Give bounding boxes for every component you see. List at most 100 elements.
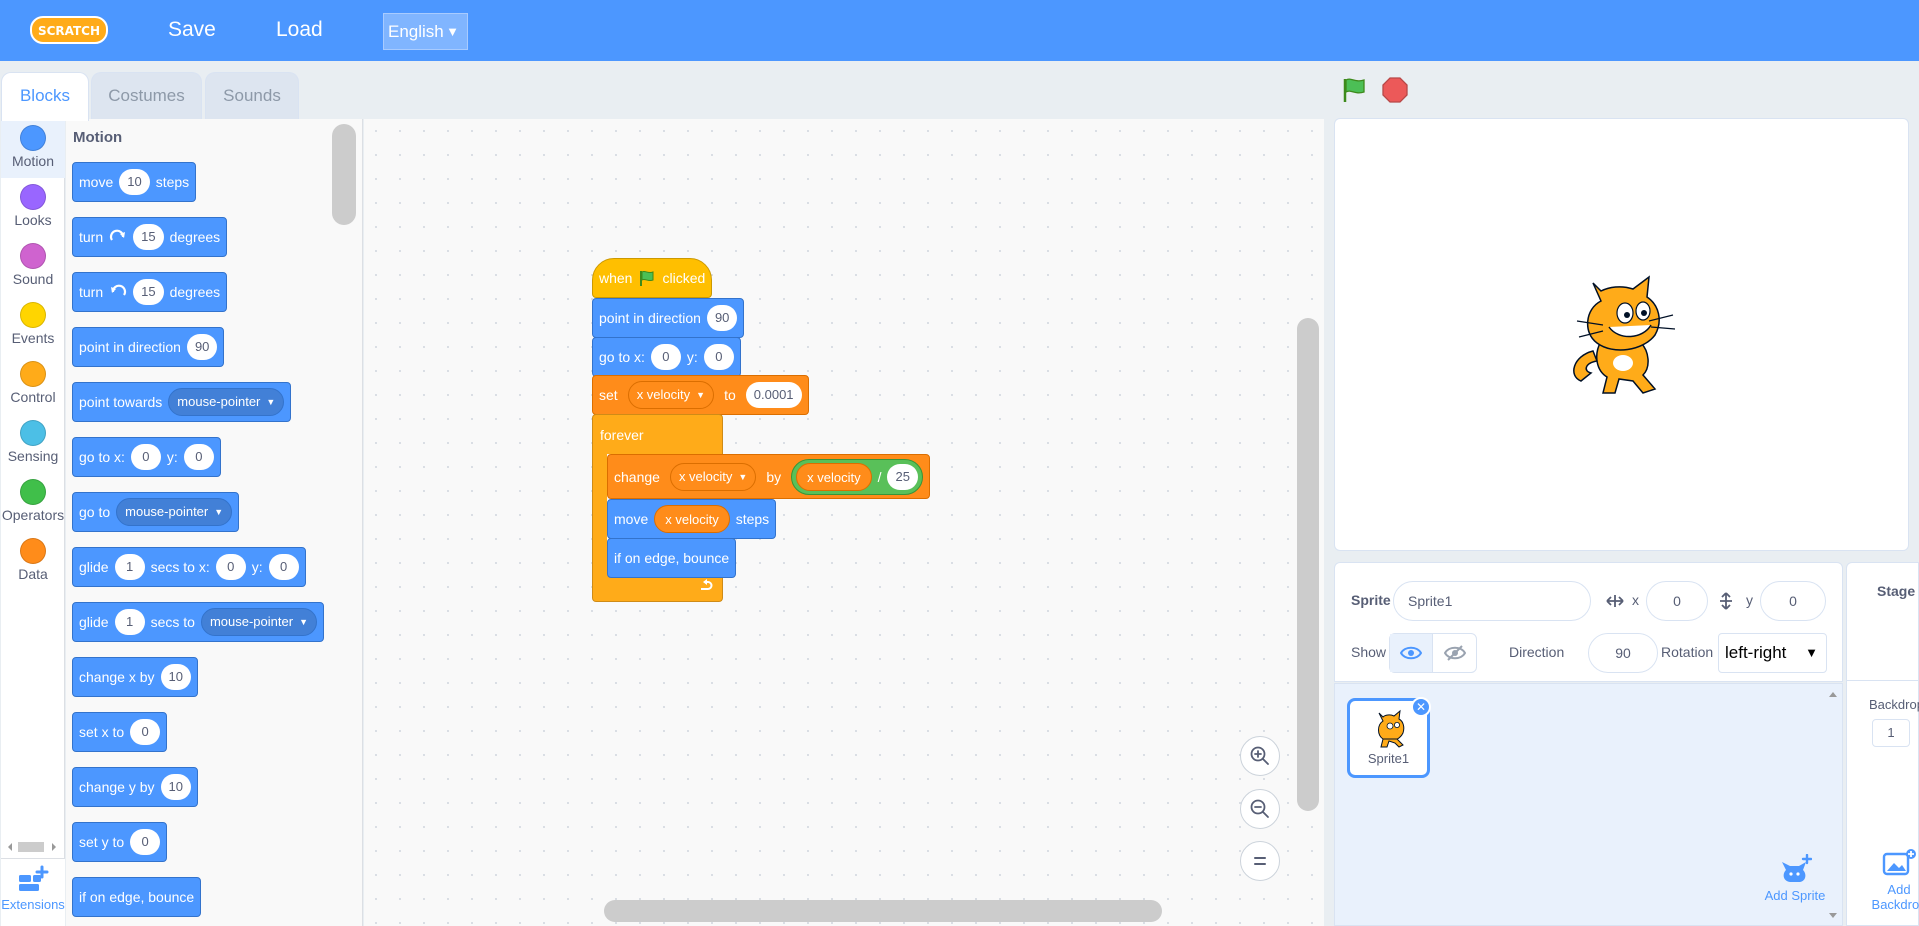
block-glide-xy[interactable]: glide 1 secs to x: 0 y: 0 — [72, 547, 306, 587]
secs-input[interactable]: 1 — [114, 554, 145, 580]
block-when-flag-clicked[interactable]: when clicked — [592, 258, 713, 298]
rotation-label: Rotation — [1661, 644, 1714, 660]
category-sensing[interactable]: Sensing — [1, 414, 65, 473]
direction-input[interactable]: 90 — [1588, 633, 1658, 673]
y-input[interactable]: 0 — [183, 444, 214, 470]
category-events[interactable]: Events — [1, 296, 65, 355]
category-operators[interactable]: Operators — [1, 473, 65, 532]
script-block-go-to-xy[interactable]: go to x: 0 y: 0 — [592, 337, 741, 377]
block-change-x[interactable]: change x by 10 — [72, 657, 198, 697]
variable-dropdown[interactable]: x velocity ▼ — [627, 381, 715, 409]
add-backdrop-button[interactable]: Add Backdrop — [1869, 848, 1919, 912]
zoom-in-button[interactable] — [1240, 736, 1280, 776]
stage-selector-panel[interactable]: Stage Backdrops 1 Add Backdrop — [1846, 562, 1919, 926]
zoom-out-button[interactable] — [1240, 789, 1280, 829]
save-button[interactable]: Save — [168, 18, 216, 42]
workspace-vertical-scrollbar[interactable] — [1297, 318, 1319, 811]
value-input[interactable]: 10 — [160, 664, 191, 690]
value-input[interactable]: 0 — [130, 829, 161, 855]
block-point-towards[interactable]: point towards mouse-pointer ▼ — [72, 382, 292, 422]
value-input[interactable]: 0.0001 — [745, 382, 802, 408]
target-dropdown[interactable]: mouse-pointer ▼ — [200, 608, 317, 636]
looks-dot-icon — [20, 184, 46, 210]
block-text: point in direction — [599, 310, 701, 326]
variable-reporter[interactable]: x velocity — [796, 462, 872, 491]
direction-label: Direction — [1509, 644, 1565, 660]
script-block-if-on-edge-bounce[interactable]: if on edge, bounce — [607, 538, 737, 578]
script-block-move-steps[interactable]: move x velocity steps — [607, 499, 777, 539]
hide-button[interactable] — [1433, 634, 1476, 672]
add-sprite-button[interactable]: Add Sprite — [1755, 854, 1835, 903]
block-turn-right[interactable]: turn 15 degrees — [72, 217, 228, 257]
divide-operator-block[interactable]: x velocity / 25 — [791, 458, 923, 495]
y-input[interactable]: 0 — [1760, 581, 1826, 621]
script-block-point-in-direction[interactable]: point in direction 90 — [592, 298, 745, 338]
value-input[interactable]: 10 — [160, 774, 191, 800]
show-button[interactable] — [1390, 634, 1434, 672]
category-scrollbar[interactable] — [4, 840, 60, 854]
scratch-logo[interactable]: SCRATCH — [30, 15, 108, 45]
x-input[interactable]: 0 — [1646, 581, 1708, 621]
cat-sprite-icon[interactable] — [1563, 271, 1678, 396]
block-set-y[interactable]: set y to 0 — [72, 822, 168, 862]
category-data[interactable]: Data — [1, 532, 65, 591]
sprite-name-input[interactable]: Sprite1 — [1393, 581, 1591, 621]
extensions-label: Extensions — [1, 897, 65, 912]
sprite-thumbnail[interactable]: Sprite1 ✕ — [1347, 697, 1431, 778]
variable-reporter[interactable]: x velocity — [654, 505, 730, 533]
direction-input[interactable]: 90 — [706, 305, 738, 331]
palette-scrollbar[interactable] — [332, 124, 356, 225]
block-text: degrees — [169, 229, 221, 245]
block-move-steps[interactable]: move 10 steps — [72, 162, 197, 202]
target-dropdown[interactable]: mouse-pointer ▼ — [116, 498, 233, 526]
block-change-y[interactable]: change y by 10 — [72, 767, 198, 807]
block-set-x[interactable]: set x to 0 — [72, 712, 168, 752]
value-input[interactable]: 25 — [887, 463, 918, 490]
green-flag-button[interactable] — [1340, 76, 1368, 104]
value-input[interactable]: 0 — [130, 719, 161, 745]
script-block-change-variable[interactable]: change x velocity ▼ by x velocity / 25 — [607, 454, 930, 499]
block-point-in-direction[interactable]: point in direction 90 — [72, 327, 225, 367]
block-text: go to x: — [599, 349, 645, 365]
rotation-style-select[interactable]: left-right ▼ — [1718, 633, 1827, 673]
delete-sprite-icon[interactable]: ✕ — [1411, 697, 1431, 717]
block-turn-left[interactable]: turn 15 degrees — [72, 272, 228, 312]
secs-input[interactable]: 1 — [114, 609, 145, 635]
load-button[interactable]: Load — [276, 18, 323, 42]
dropdown-value: mouse-pointer — [177, 394, 261, 409]
tab-costumes[interactable]: Costumes — [91, 72, 202, 119]
extensions-button[interactable]: Extensions — [1, 858, 65, 926]
block-go-to[interactable]: go to mouse-pointer ▼ — [72, 492, 240, 532]
category-control[interactable]: Control — [1, 355, 65, 414]
stop-button[interactable] — [1381, 76, 1409, 104]
block-glide-to[interactable]: glide 1 secs to mouse-pointer ▼ — [72, 602, 324, 642]
category-looks[interactable]: Looks — [1, 178, 65, 237]
language-select[interactable]: English ▼ — [383, 13, 468, 50]
stage-canvas[interactable] — [1334, 118, 1909, 551]
x-input[interactable]: 0 — [130, 444, 161, 470]
steps-input[interactable]: 10 — [119, 169, 150, 195]
script-workspace[interactable] — [364, 119, 1324, 926]
direction-input[interactable]: 90 — [186, 334, 218, 360]
category-sound[interactable]: Sound — [1, 237, 65, 296]
tab-sounds[interactable]: Sounds — [205, 72, 299, 119]
y-input[interactable]: 0 — [268, 554, 299, 580]
category-label: Data — [18, 566, 48, 582]
category-motion[interactable]: Motion — [1, 119, 65, 178]
block-if-on-edge-bounce[interactable]: if on edge, bounce — [72, 877, 202, 917]
degrees-input[interactable]: 15 — [133, 279, 164, 305]
x-input[interactable]: 0 — [650, 344, 681, 370]
zoom-reset-button[interactable] — [1240, 841, 1280, 881]
degrees-input[interactable]: 15 — [133, 224, 164, 250]
y-input[interactable]: 0 — [703, 344, 734, 370]
target-dropdown[interactable]: mouse-pointer ▼ — [168, 388, 285, 416]
tab-blocks[interactable]: Blocks — [1, 72, 89, 121]
block-go-to-xy[interactable]: go to x: 0 y: 0 — [72, 437, 221, 477]
variable-dropdown[interactable]: x velocity ▼ — [669, 462, 757, 491]
forever-label: forever — [592, 414, 723, 454]
x-input[interactable]: 0 — [215, 554, 246, 580]
language-value: English — [388, 22, 444, 41]
workspace-horizontal-scrollbar[interactable] — [604, 900, 1162, 922]
script-block-set-variable[interactable]: set x velocity ▼ to 0.0001 — [592, 375, 809, 415]
add-sprite-icon — [1782, 854, 1812, 882]
